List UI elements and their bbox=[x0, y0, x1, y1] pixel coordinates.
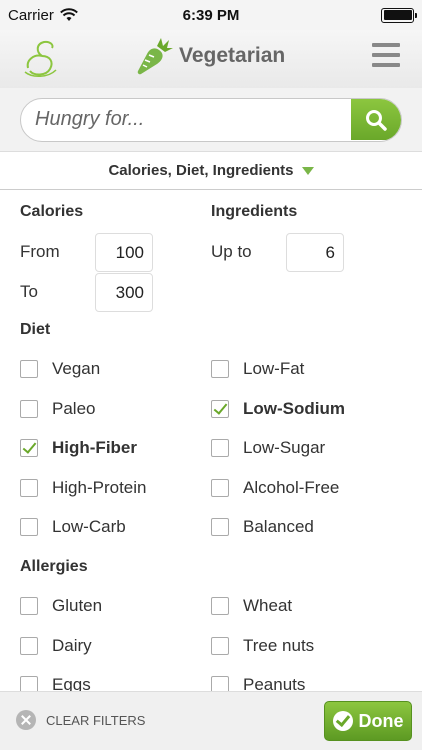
status-bar: Carrier 6:39 PM bbox=[0, 0, 422, 30]
calories-from-label: From bbox=[20, 242, 60, 261]
checkbox[interactable] bbox=[20, 637, 38, 655]
clear-filters-button[interactable]: CLEAR FILTERS bbox=[16, 710, 145, 730]
triangle-down-icon bbox=[301, 166, 314, 175]
calories-to-label: To bbox=[20, 282, 38, 301]
ingredients-heading: Ingredients bbox=[211, 203, 298, 220]
allergy-option-eggs[interactable]: Eggs bbox=[20, 675, 91, 691]
option-label: Eggs bbox=[52, 675, 91, 691]
checkbox[interactable] bbox=[20, 597, 38, 615]
checkbox-checked[interactable] bbox=[211, 400, 229, 418]
diet-option-high-protein[interactable]: High-Protein bbox=[20, 478, 147, 498]
checkbox[interactable] bbox=[211, 360, 229, 378]
diet-option-vegan[interactable]: Vegan bbox=[20, 359, 100, 379]
app-header: Vegetarian bbox=[0, 30, 422, 88]
option-label: Dairy bbox=[52, 636, 92, 655]
clear-icon bbox=[16, 710, 36, 730]
logo-icon[interactable] bbox=[20, 38, 62, 80]
option-label: Low-Sugar bbox=[243, 438, 326, 457]
diet-option-low-sugar[interactable]: Low-Sugar bbox=[211, 438, 325, 458]
diet-option-low-fat[interactable]: Low-Fat bbox=[211, 359, 304, 379]
option-label: Low-Carb bbox=[52, 517, 126, 536]
search-input[interactable] bbox=[21, 99, 351, 140]
done-button[interactable]: Done bbox=[324, 701, 412, 741]
checkbox[interactable] bbox=[20, 400, 38, 418]
diet-option-balanced[interactable]: Balanced bbox=[211, 517, 314, 537]
allergy-option-tree-nuts[interactable]: Tree nuts bbox=[211, 636, 314, 656]
check-circle-icon bbox=[332, 711, 353, 731]
checkbox[interactable] bbox=[20, 676, 38, 691]
header-title-group: Vegetarian bbox=[135, 36, 285, 76]
checkbox[interactable] bbox=[20, 518, 38, 536]
calories-heading: Calories bbox=[20, 203, 84, 220]
done-label: Done bbox=[358, 710, 404, 731]
option-label: Low-Fat bbox=[243, 359, 305, 378]
checkbox[interactable] bbox=[20, 360, 38, 378]
allergy-option-dairy[interactable]: Dairy bbox=[20, 636, 92, 656]
carrier-info: Carrier bbox=[8, 7, 78, 24]
filter-summary-label: Calories, Diet, Ingredients bbox=[108, 162, 294, 179]
checkbox-checked[interactable] bbox=[20, 439, 38, 457]
checkbox[interactable] bbox=[211, 439, 229, 457]
diet-option-low-sodium[interactable]: Low-Sodium bbox=[211, 399, 345, 419]
diet-option-low-carb[interactable]: Low-Carb bbox=[20, 517, 126, 537]
filter-footer: CLEAR FILTERS Done bbox=[0, 691, 422, 750]
checkbox[interactable] bbox=[211, 479, 229, 497]
filter-panel: Calories From 100 To 300 Ingredients Up … bbox=[0, 191, 422, 691]
search-icon bbox=[366, 109, 387, 131]
clear-filters-label: CLEAR FILTERS bbox=[46, 712, 146, 728]
checkbox[interactable] bbox=[211, 518, 229, 536]
diet-heading: Diet bbox=[20, 321, 51, 338]
calories-to-input[interactable]: 300 bbox=[95, 273, 153, 312]
option-label: Low-Sodium bbox=[243, 399, 345, 418]
ingredients-up-to-label: Up to bbox=[211, 242, 252, 261]
option-label: Gluten bbox=[52, 596, 103, 615]
filter-summary-toggle[interactable]: Calories, Diet, Ingredients bbox=[0, 152, 422, 190]
option-label: Peanuts bbox=[243, 675, 306, 691]
checkbox[interactable] bbox=[20, 479, 38, 497]
search-area bbox=[0, 88, 422, 152]
option-label: Tree nuts bbox=[243, 636, 315, 655]
allergy-option-peanuts[interactable]: Peanuts bbox=[211, 675, 305, 691]
diet-option-alcohol-free[interactable]: Alcohol-Free bbox=[211, 478, 339, 498]
wifi-icon bbox=[59, 8, 78, 21]
search-button[interactable] bbox=[351, 99, 401, 140]
menu-icon[interactable] bbox=[372, 43, 400, 67]
allergies-heading: Allergies bbox=[20, 558, 88, 575]
ingredients-up-to-input[interactable]: 6 bbox=[286, 233, 344, 272]
carrier-label: Carrier bbox=[8, 6, 54, 24]
checkbox[interactable] bbox=[211, 676, 229, 691]
option-label: Alcohol-Free bbox=[243, 478, 340, 497]
option-label: Paleo bbox=[52, 399, 96, 418]
checkbox[interactable] bbox=[211, 637, 229, 655]
option-label: Wheat bbox=[243, 596, 293, 615]
diet-option-paleo[interactable]: Paleo bbox=[20, 399, 95, 419]
battery-icon bbox=[381, 7, 417, 23]
allergy-option-wheat[interactable]: Wheat bbox=[211, 596, 292, 616]
diet-option-high-fiber[interactable]: High-Fiber bbox=[20, 438, 137, 458]
carrot-icon bbox=[137, 38, 173, 75]
option-label: High-Fiber bbox=[52, 438, 137, 457]
calories-from-input[interactable]: 100 bbox=[95, 233, 153, 272]
search-box bbox=[20, 98, 402, 142]
option-label: Balanced bbox=[243, 517, 314, 536]
option-label: High-Protein bbox=[52, 478, 147, 497]
checkbox[interactable] bbox=[211, 597, 229, 615]
page-title: Vegetarian bbox=[179, 44, 286, 67]
option-label: Vegan bbox=[52, 359, 101, 378]
allergy-option-gluten[interactable]: Gluten bbox=[20, 596, 102, 616]
